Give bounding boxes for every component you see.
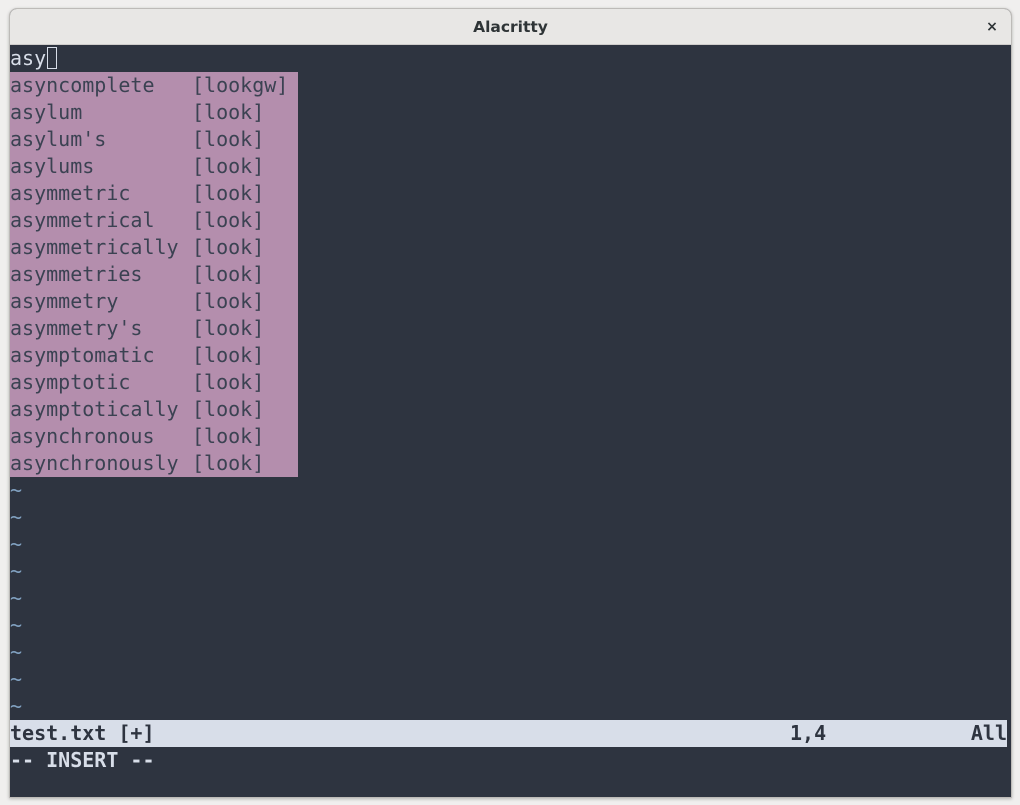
empty-line-tilde: ~ — [10, 559, 23, 583]
mode-indicator: -- INSERT -- — [10, 748, 155, 772]
completion-source: [look] — [192, 424, 265, 448]
completion-source: [look] — [192, 397, 265, 421]
title-bar[interactable]: Alacritty × — [10, 9, 1011, 45]
completion-source: [look] — [192, 100, 265, 124]
close-icon[interactable]: × — [982, 17, 1002, 37]
empty-line-tilde: ~ — [10, 505, 23, 529]
completion-source: [look] — [192, 289, 265, 313]
completion-popup[interactable]: asyncomplete [lookgw] asylum [look] asylum's… — [10, 72, 298, 477]
completion-item[interactable]: asymmetry [look] — [10, 288, 298, 315]
empty-line-tilde: ~ — [10, 667, 23, 691]
empty-line-tilde: ~ — [10, 586, 23, 610]
terminal-area[interactable]: asy asyncomplete [lookgw] asylum [look] asyl… — [10, 45, 1011, 797]
completion-item[interactable]: asynchronously [look] — [10, 450, 298, 477]
completion-item[interactable]: asymptomatic [look] — [10, 342, 298, 369]
empty-line-tilde: ~ — [10, 478, 23, 502]
completion-word: asymmetries — [10, 262, 143, 286]
completion-word: asylum — [10, 100, 83, 124]
completion-word: asymmetrically — [10, 235, 179, 259]
terminal-window: Alacritty × asy asyncomplete [lookgw] asyl… — [9, 8, 1012, 798]
status-cursor-position: 1,4 — [790, 721, 827, 745]
completion-item[interactable]: asymmetric [look] — [10, 180, 298, 207]
completion-word: asymmetry's — [10, 316, 143, 340]
completion-item[interactable]: asymptotic [look] — [10, 369, 298, 396]
completion-word: asymmetrical — [10, 208, 155, 232]
empty-line-tilde: ~ — [10, 640, 23, 664]
buffer-line-1[interactable]: asy — [10, 45, 58, 72]
completion-source: [look] — [192, 208, 265, 232]
status-line: test.txt [+] 1,4 All — [10, 720, 1007, 747]
empty-line-tilde: ~ — [10, 613, 23, 637]
completion-item[interactable]: asymmetrical [look] — [10, 207, 298, 234]
completion-source: [lookgw] — [192, 73, 289, 97]
completion-source: [look] — [192, 181, 265, 205]
completion-item[interactable]: asymmetry's [look] — [10, 315, 298, 342]
completion-word: asylums — [10, 154, 95, 178]
window-title: Alacritty — [473, 18, 548, 36]
completion-item[interactable]: asylum [look] — [10, 99, 298, 126]
completion-item[interactable]: asynchronous [look] — [10, 423, 298, 450]
completion-word: asymptomatic — [10, 343, 155, 367]
completion-item[interactable]: asymmetries [look] — [10, 261, 298, 288]
completion-source: [look] — [192, 262, 265, 286]
status-filename: test.txt [+] — [10, 721, 155, 745]
empty-line-tilde: ~ — [10, 694, 23, 718]
completion-source: [look] — [192, 316, 265, 340]
completion-item[interactable]: asymptotically [look] — [10, 396, 298, 423]
completion-source: [look] — [192, 343, 265, 367]
completion-source: [look] — [192, 127, 265, 151]
completion-word: asynchronously — [10, 451, 179, 475]
status-scroll-percent: All — [970, 721, 1007, 745]
typed-text: asy — [10, 46, 47, 70]
completion-source: [look] — [192, 154, 265, 178]
completion-item[interactable]: asyncomplete [lookgw] — [10, 72, 298, 99]
empty-line-tilde: ~ — [10, 532, 23, 556]
completion-source: [look] — [192, 370, 265, 394]
text-cursor — [47, 47, 58, 69]
completion-source: [look] — [192, 451, 265, 475]
completion-word: asymptotic — [10, 370, 131, 394]
completion-word: asyncomplete — [10, 73, 155, 97]
completion-word: asymmetry — [10, 289, 119, 313]
completion-source: [look] — [192, 235, 265, 259]
completion-item[interactable]: asylums [look] — [10, 153, 298, 180]
completion-word: asymmetric — [10, 181, 131, 205]
completion-item[interactable]: asylum's [look] — [10, 126, 298, 153]
completion-item[interactable]: asymmetrically [look] — [10, 234, 298, 261]
completion-word: asylum's — [10, 127, 107, 151]
completion-word: asynchronous — [10, 424, 155, 448]
completion-word: asymptotically — [10, 397, 179, 421]
